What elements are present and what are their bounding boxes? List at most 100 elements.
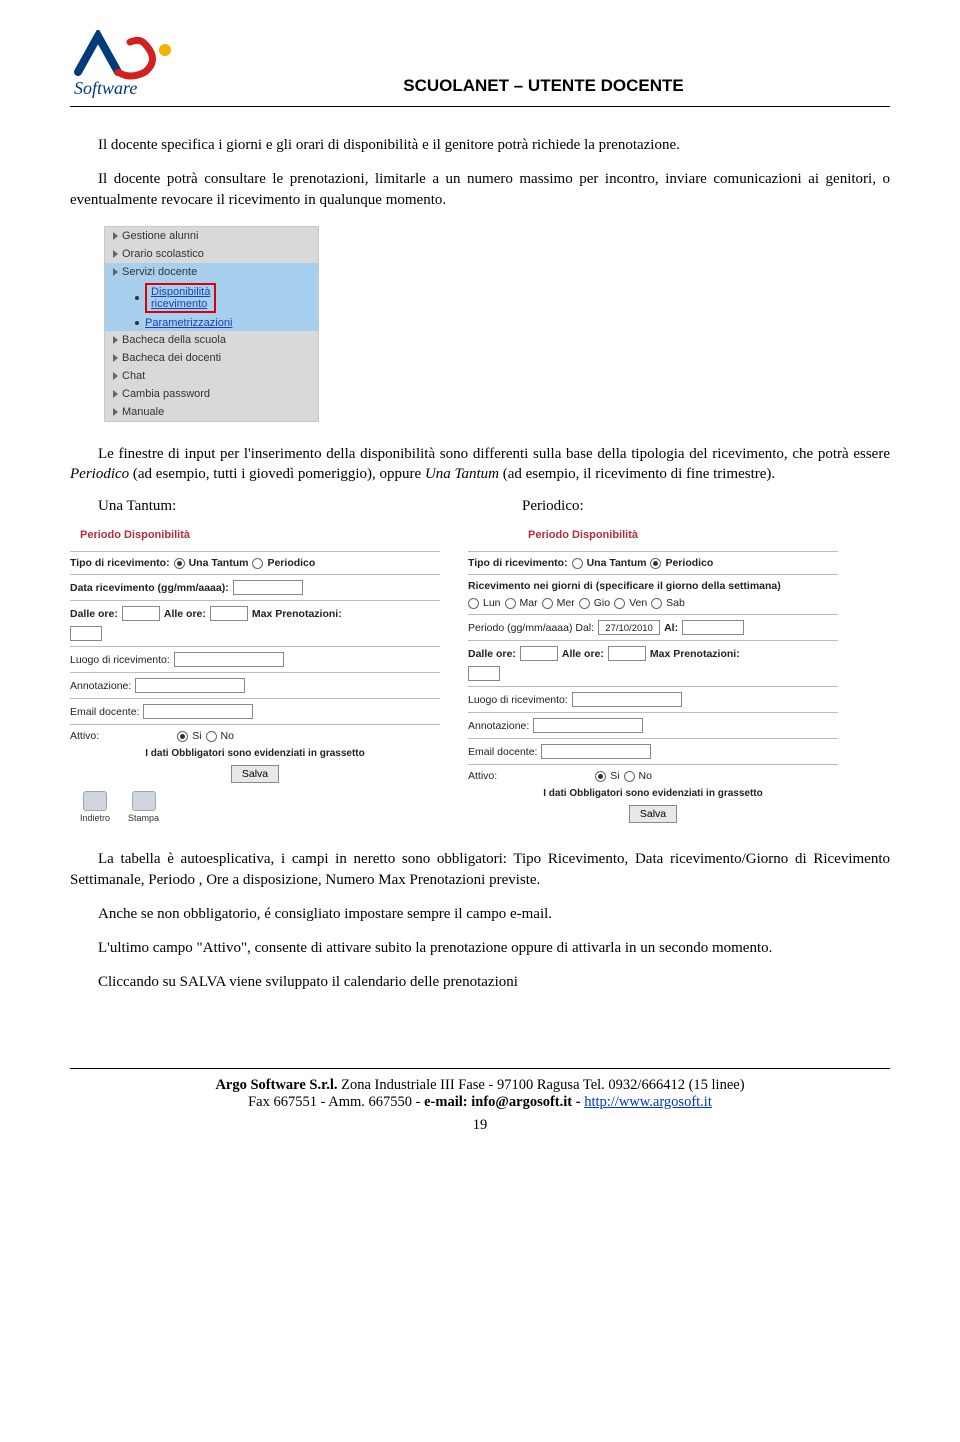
nav-sub-disponibilita: Disponibilità ricevimento — [105, 281, 318, 315]
bullet-icon — [135, 321, 139, 325]
form-title: Periodo Disponibilità — [80, 529, 440, 541]
input-data — [233, 580, 303, 595]
svg-text:Software: Software — [74, 78, 137, 98]
input-luogo — [174, 652, 284, 667]
input-annot — [533, 718, 643, 733]
nav-gestione-alunni: Gestione alunni — [105, 227, 318, 245]
row-data: Data ricevimento (gg/mm/aaaa): — [70, 580, 440, 595]
printer-icon — [132, 791, 156, 811]
row-email: Email docente: — [468, 744, 838, 759]
footer-email: e-mail: info@argosoft.it - — [424, 1094, 584, 1110]
footer-address: Zona Industriale III Fase - 97100 Ragusa… — [338, 1077, 745, 1093]
row-giorni-label: Ricevimento nei giorni di (specificare i… — [468, 580, 838, 592]
bullet-icon — [135, 296, 139, 300]
page-header: Software SCUOLANET – UTENTE DOCENTE — [70, 30, 890, 107]
salva-button: Salva — [231, 765, 279, 783]
row-ore: Dalle ore: Alle ore: Max Prenotazioni: — [70, 606, 440, 621]
input-alle — [608, 646, 646, 661]
row-attivo: Attivo: Si No — [70, 730, 440, 742]
page-footer: Argo Software S.r.l. Zona Industriale II… — [70, 1068, 890, 1111]
radio-periodico — [252, 558, 263, 569]
nav-servizi-docente: Servizi docente — [105, 263, 318, 281]
form-una-tantum: Periodo Disponibilità Tipo di riceviment… — [70, 525, 440, 823]
row-attivo: Attivo: Si No — [468, 770, 838, 782]
radio-una-tantum — [572, 558, 583, 569]
input-luogo — [572, 692, 682, 707]
icon-bar: Indietro Stampa — [70, 791, 440, 823]
radio-lun — [468, 598, 479, 609]
row-luogo: Luogo di ricevimento: — [468, 692, 838, 707]
row-tipo: Tipo di ricevimento: Una Tantum Periodic… — [70, 557, 440, 569]
col-right-label: Periodico: — [494, 498, 890, 515]
input-annot — [135, 678, 245, 693]
footer-fax: Fax 667551 - Amm. 667550 - — [248, 1094, 424, 1110]
header-title: SCUOLANET – UTENTE DOCENTE — [197, 76, 890, 100]
input-email — [541, 744, 651, 759]
radio-periodico — [650, 558, 661, 569]
row-ore: Dalle ore: Alle ore: Max Prenotazioni: — [468, 646, 838, 661]
paragraph-7: Cliccando su SALVA viene sviluppato il c… — [70, 972, 890, 992]
form-title: Periodo Disponibilità — [528, 529, 838, 541]
chevron-right-icon — [113, 232, 118, 240]
chevron-right-icon — [113, 390, 118, 398]
back-icon — [83, 791, 107, 811]
chevron-right-icon — [113, 268, 118, 276]
row-periodo: Periodo (gg/mm/aaaa) Dal: 27/10/2010 Al: — [468, 620, 838, 635]
salva-button: Salva — [629, 805, 677, 823]
chevron-right-icon — [113, 336, 118, 344]
radio-una-tantum — [174, 558, 185, 569]
chevron-right-icon — [113, 354, 118, 362]
chevron-right-icon — [113, 408, 118, 416]
input-max — [70, 626, 102, 641]
forms-row: Periodo Disponibilità Tipo di riceviment… — [70, 525, 890, 823]
nav-manuale: Manuale — [105, 403, 318, 421]
row-email: Email docente: — [70, 704, 440, 719]
paragraph-1: Il docente specifica i giorni e gli orar… — [70, 135, 890, 155]
input-al — [682, 620, 744, 635]
nav-chat: Chat — [105, 367, 318, 385]
footer-link[interactable]: http://www.argosoft.it — [584, 1094, 712, 1110]
row-annot: Annotazione: — [70, 678, 440, 693]
nav-panel-screenshot: Gestione alunni Orario scolastico Serviz… — [104, 226, 319, 422]
indietro-button: Indietro — [80, 791, 110, 823]
radio-mar — [505, 598, 516, 609]
input-dalle — [520, 646, 558, 661]
note-obbligatori: I dati Obbligatori sono evidenziati in g… — [70, 748, 440, 759]
input-alle — [210, 606, 248, 621]
nav-cambia-password: Cambia password — [105, 385, 318, 403]
paragraph-4: La tabella è autoesplicativa, i campi in… — [70, 849, 890, 890]
radio-si — [177, 731, 188, 742]
footer-company: Argo Software S.r.l. — [215, 1077, 337, 1093]
row-luogo: Luogo di ricevimento: — [70, 652, 440, 667]
stampa-button: Stampa — [128, 791, 159, 823]
nav-orario: Orario scolastico — [105, 245, 318, 263]
note-obbligatori: I dati Obbligatori sono evidenziati in g… — [468, 788, 838, 799]
radio-no — [206, 731, 217, 742]
radio-ven — [614, 598, 625, 609]
highlight-box: Disponibilità ricevimento — [145, 283, 216, 313]
chevron-right-icon — [113, 372, 118, 380]
input-dal: 27/10/2010 — [598, 620, 660, 635]
radio-si — [595, 771, 606, 782]
paragraph-5: Anche se non obbligatorio, é consigliato… — [70, 904, 890, 924]
input-dalle — [122, 606, 160, 621]
nav-bacheca-docenti: Bacheca dei docenti — [105, 349, 318, 367]
page-number: 19 — [70, 1117, 890, 1134]
radio-gio — [579, 598, 590, 609]
radio-mer — [542, 598, 553, 609]
input-max — [468, 666, 500, 681]
paragraph-6: L'ultimo campo "Attivo", consente di att… — [70, 938, 890, 958]
row-annot: Annotazione: — [468, 718, 838, 733]
radio-no — [624, 771, 635, 782]
nav-sub-parametrizzazioni: Parametrizzazioni — [105, 315, 318, 331]
col-left-label: Una Tantum: — [70, 498, 466, 515]
chevron-right-icon — [113, 250, 118, 258]
nav-bacheca-scuola: Bacheca della scuola — [105, 331, 318, 349]
form-periodico: Periodo Disponibilità Tipo di riceviment… — [468, 525, 838, 823]
row-giorni: Lun Mar Mer Gio Ven Sab — [468, 597, 838, 609]
radio-sab — [651, 598, 662, 609]
input-email — [143, 704, 253, 719]
paragraph-2: Il docente potrà consultare le prenotazi… — [70, 169, 890, 210]
argo-software-logo: Software — [70, 30, 185, 100]
paragraph-3: Le finestre di input per l'inserimento d… — [70, 444, 890, 485]
